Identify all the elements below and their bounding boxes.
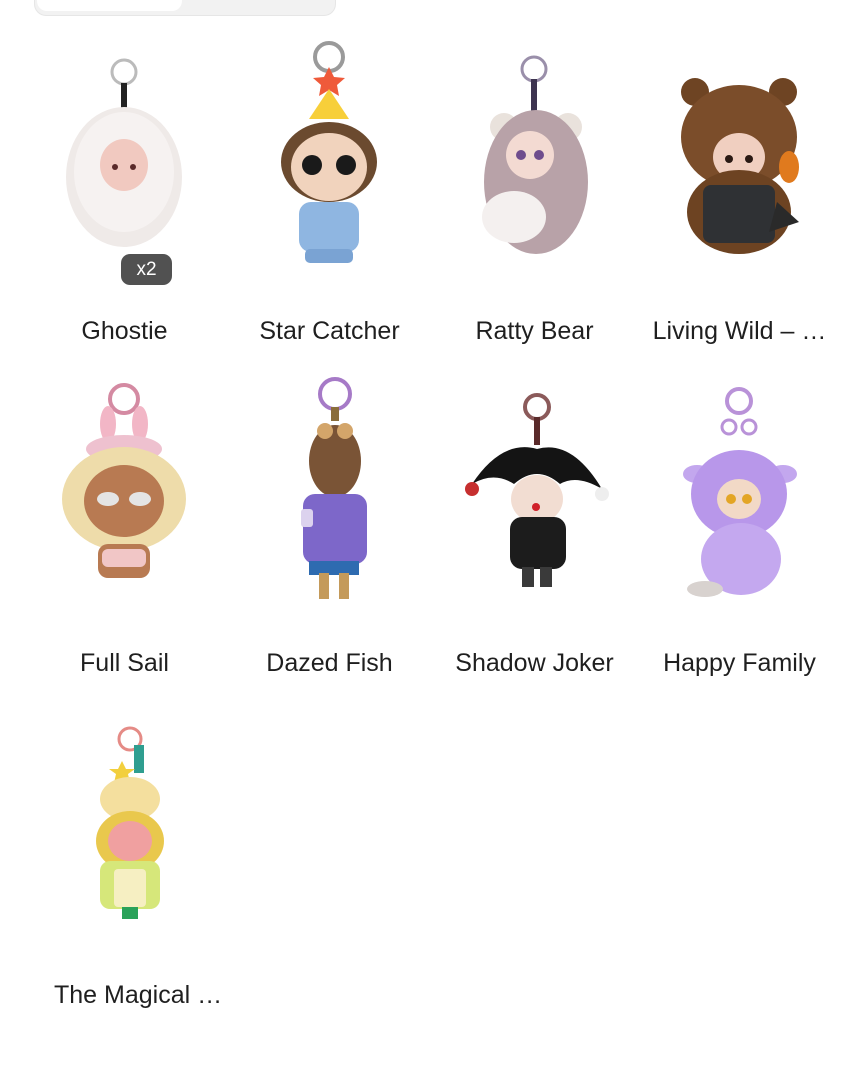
- quantity-badge: x2: [121, 254, 172, 285]
- product-name[interactable]: Ratty Bear: [432, 317, 637, 346]
- product-name[interactable]: Full Sail: [22, 649, 227, 678]
- living-wild-figure-icon: [637, 17, 842, 267]
- product-card-ghostie[interactable]: x2 Ghostie: [22, 17, 227, 345]
- product-card-shadow-joker[interactable]: Shadow Joker: [432, 349, 637, 677]
- product-name[interactable]: Dazed Fish: [227, 649, 432, 678]
- product-name[interactable]: Shadow Joker: [432, 649, 637, 678]
- product-card-the-magical[interactable]: The Magical …: [22, 681, 227, 1009]
- product-card-dazed-fish[interactable]: Dazed Fish: [227, 349, 432, 677]
- happy-family-figure-icon: [637, 349, 842, 599]
- product-name[interactable]: Living Wild – …: [637, 317, 842, 346]
- shadow-joker-figure-icon: [432, 349, 637, 599]
- product-card-star-catcher[interactable]: Star Catcher: [227, 17, 432, 345]
- product-name[interactable]: Ghostie: [22, 317, 227, 346]
- product-card-ratty-bear[interactable]: Ratty Bear: [432, 17, 637, 345]
- product-name[interactable]: The Magical …: [54, 981, 244, 1010]
- product-card-living-wild[interactable]: Living Wild – …: [637, 17, 842, 345]
- full-sail-figure-icon: [22, 349, 227, 599]
- magical-figure-icon: [22, 681, 227, 931]
- product-name[interactable]: Happy Family: [637, 649, 842, 678]
- ghostie-figure-icon: [22, 17, 227, 267]
- product-grid: x2 Ghostie Star Catcher Ratty Bear Livin…: [0, 0, 864, 1080]
- star-catcher-figure-icon: [227, 17, 432, 267]
- product-card-happy-family[interactable]: Happy Family: [637, 349, 842, 677]
- ratty-bear-figure-icon: [432, 17, 637, 267]
- dazed-fish-figure-icon: [227, 349, 432, 599]
- product-card-full-sail[interactable]: Full Sail: [22, 349, 227, 677]
- product-name[interactable]: Star Catcher: [227, 317, 432, 346]
